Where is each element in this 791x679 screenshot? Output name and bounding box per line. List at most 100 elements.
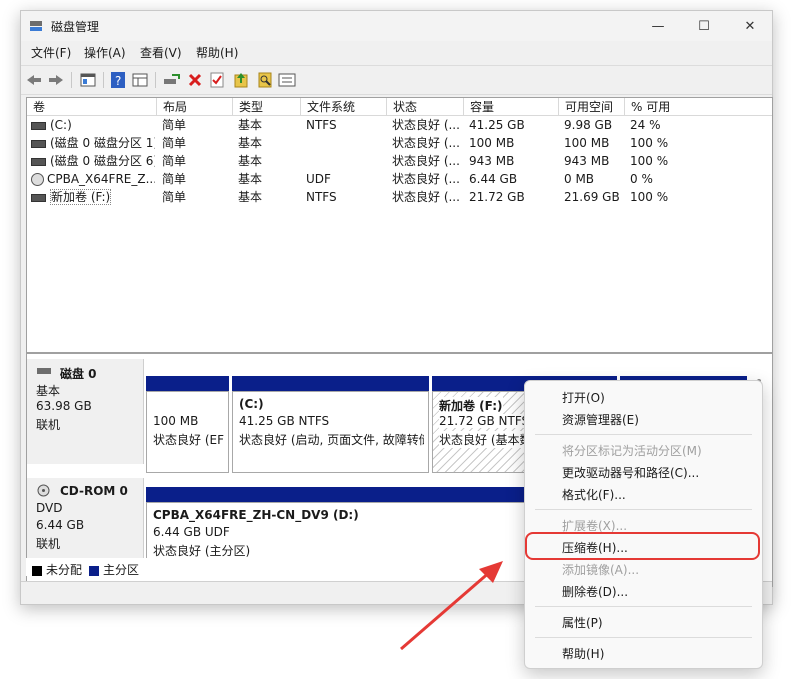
cell-type: 基本 xyxy=(238,136,263,150)
partition-size: 6.44 GB UDF xyxy=(153,525,230,539)
legend-primary: 主分区 xyxy=(89,561,139,578)
cell-layout: 简单 xyxy=(162,154,187,168)
table-row[interactable]: CPBA_X64FRE_Z... 简单 基本 UDF 状态良好 (... 6.4… xyxy=(27,170,772,188)
partition-status: 状态良好 (基本数 xyxy=(439,431,524,448)
cdrom0-state: 联机 xyxy=(36,537,61,551)
cell-percent: 24 % xyxy=(630,118,661,132)
cell-status: 状态良好 (... xyxy=(392,172,460,186)
forward-icon[interactable] xyxy=(47,71,65,89)
cell-status: 状态良好 (... xyxy=(392,118,460,132)
menu-item-mark-active[interactable]: 将分区标记为活动分区(M) xyxy=(562,442,702,459)
cell-volume: (C:) xyxy=(31,117,155,133)
cell-capacity: 6.44 GB xyxy=(469,172,518,186)
col-header-percent[interactable]: % 可用 xyxy=(625,98,772,116)
cell-fs: NTFS xyxy=(306,190,337,204)
partition-size: 21.72 GB NTFS xyxy=(439,414,530,428)
unallocated-swatch xyxy=(32,565,42,576)
cell-type: 基本 xyxy=(238,190,263,204)
menu-separator xyxy=(535,434,752,435)
search-icon[interactable] xyxy=(256,71,274,89)
cell-free: 9.98 GB xyxy=(564,118,613,132)
cell-volume: (磁盘 0 磁盘分区 6) xyxy=(31,153,155,169)
cell-free: 943 MB xyxy=(564,154,610,168)
cell-capacity: 943 MB xyxy=(469,154,515,168)
back-icon[interactable] xyxy=(25,71,43,89)
col-header-free[interactable]: 可用空间 xyxy=(559,98,625,116)
primary-swatch xyxy=(89,565,99,576)
table-row[interactable]: (C:) 简单 基本 NTFS 状态良好 (... 41.25 GB 9.98 … xyxy=(27,116,772,134)
cd-icon xyxy=(31,173,44,186)
partition-bar xyxy=(146,376,229,391)
partition-status: 状态良好 (主分区) xyxy=(153,544,251,558)
help-icon[interactable]: ? xyxy=(109,71,127,89)
toolbar-separator xyxy=(103,72,104,88)
menu-action[interactable]: 操作(A) xyxy=(84,44,126,61)
disk0-name: 磁盘 0 xyxy=(60,367,97,381)
menu-separator xyxy=(535,509,752,510)
cell-layout: 简单 xyxy=(162,190,187,204)
maximize-button[interactable]: ☐ xyxy=(681,11,727,41)
connect-icon[interactable] xyxy=(163,71,181,89)
cell-status: 状态良好 (... xyxy=(392,154,460,168)
cell-capacity: 21.72 GB xyxy=(469,190,525,204)
toolbar: ? xyxy=(21,65,772,95)
menu-item-add-mirror[interactable]: 添加镜像(A)... xyxy=(562,561,639,578)
menu-item-change-drive-letter[interactable]: 更改驱动器号和路径(C)... xyxy=(562,464,699,481)
disk0-state: 联机 xyxy=(36,418,61,432)
col-header-layout[interactable]: 布局 xyxy=(157,98,233,116)
menu-file[interactable]: 文件(F) xyxy=(31,44,71,61)
close-button[interactable]: ✕ xyxy=(727,11,773,41)
check-icon[interactable] xyxy=(208,71,226,89)
table-row[interactable]: (磁盘 0 磁盘分区 6) 简单 基本 状态良好 (... 943 MB 943… xyxy=(27,152,772,170)
partition-status: 状态良好 (启动, 页面文件, 故障转储 xyxy=(239,433,424,447)
partition-name: (C:) xyxy=(239,397,264,411)
disk0-info[interactable]: 磁盘 0 基本 63.98 GB 联机 xyxy=(27,359,144,464)
cell-type: 基本 xyxy=(238,172,263,186)
title-bar: 磁盘管理 — ☐ ✕ xyxy=(21,11,772,41)
menu-item-format[interactable]: 格式化(F)... xyxy=(562,486,626,503)
cdrom0-info[interactable]: CD-ROM 0 DVD 6.44 GB 联机 xyxy=(27,478,144,568)
menu-item-explorer[interactable]: 资源管理器(E) xyxy=(562,411,639,428)
cell-type: 基本 xyxy=(238,154,263,168)
menu-item-delete[interactable]: 删除卷(D)... xyxy=(562,583,628,600)
menu-item-properties[interactable]: 属性(P) xyxy=(562,614,603,631)
legend-unallocated-label: 未分配 xyxy=(46,563,83,577)
menu-item-help[interactable]: 帮助(H) xyxy=(562,645,604,662)
disk0-size: 63.98 GB xyxy=(36,399,92,413)
col-header-volume[interactable]: 卷 xyxy=(27,98,157,116)
cell-percent: 0 % xyxy=(630,172,653,186)
menu-view[interactable]: 查看(V) xyxy=(140,44,182,61)
svg-text:?: ? xyxy=(115,74,121,88)
partition-bar xyxy=(232,376,429,391)
partition-efi[interactable]: 100 MB 状态良好 (EF xyxy=(146,391,229,473)
view-icon[interactable] xyxy=(131,71,149,89)
menu-help[interactable]: 帮助(H) xyxy=(196,44,238,61)
menu-bar: 文件(F) 操作(A) 查看(V) 帮助(H) xyxy=(21,41,772,63)
minimize-button[interactable]: — xyxy=(635,11,681,41)
drive-icon xyxy=(31,157,46,166)
cdrom0-type: DVD xyxy=(36,501,63,515)
up-icon[interactable] xyxy=(232,71,250,89)
volume-list: 卷 布局 类型 文件系统 状态 容量 可用空间 % 可用 (C:) 简单 基本 … xyxy=(26,97,773,353)
drive-icon xyxy=(31,121,46,130)
table-row[interactable]: 新加卷 (F:) 简单 基本 NTFS 状态良好 (... 21.72 GB 2… xyxy=(27,188,772,206)
list-icon[interactable] xyxy=(278,71,296,89)
col-header-filesystem[interactable]: 文件系统 xyxy=(301,98,387,116)
menu-item-open[interactable]: 打开(O) xyxy=(562,389,605,406)
menu-separator xyxy=(535,606,752,607)
table-row[interactable]: (磁盘 0 磁盘分区 1) 简单 基本 状态良好 (... 100 MB 100… xyxy=(27,134,772,152)
cell-capacity: 100 MB xyxy=(469,136,515,150)
col-header-status[interactable]: 状态 xyxy=(387,98,464,116)
drive-icon xyxy=(31,139,46,148)
cell-volume-text: 新加卷 (F:) xyxy=(50,189,112,205)
col-header-capacity[interactable]: 容量 xyxy=(464,98,559,116)
properties-icon[interactable] xyxy=(79,71,97,89)
delete-icon[interactable] xyxy=(186,71,204,89)
cell-volume: 新加卷 (F:) xyxy=(31,189,155,205)
cell-volume: (磁盘 0 磁盘分区 1) xyxy=(31,135,155,151)
cell-fs: NTFS xyxy=(306,118,337,132)
context-menu: 打开(O) 资源管理器(E) 将分区标记为活动分区(M) 更改驱动器号和路径(C… xyxy=(524,380,763,669)
partition-c[interactable]: (C:) 41.25 GB NTFS 状态良好 (启动, 页面文件, 故障转储 xyxy=(232,391,429,473)
cell-layout: 简单 xyxy=(162,136,187,150)
col-header-type[interactable]: 类型 xyxy=(233,98,301,116)
